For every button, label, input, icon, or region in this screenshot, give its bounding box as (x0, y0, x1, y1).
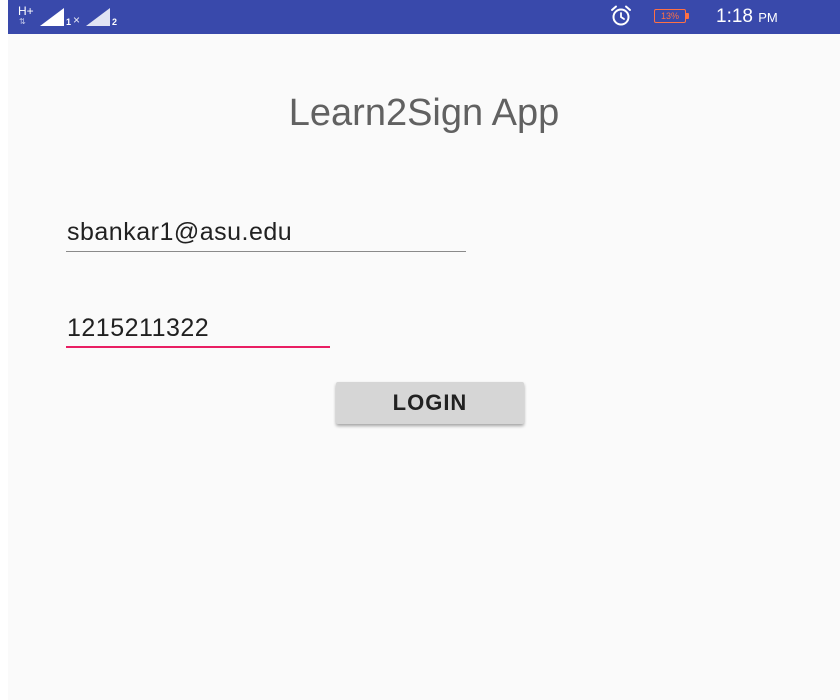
email-input[interactable] (66, 216, 467, 248)
sim1-label: 1 (66, 17, 72, 27)
data-activity-icon: ⇅ (19, 17, 28, 26)
status-bar: H+ ⇅ 1 × 2 13% 1:18 PM (8, 0, 840, 34)
sim2-label: 2 (112, 17, 118, 27)
email-field (66, 216, 467, 252)
login-screen: H+ ⇅ 1 × 2 13% 1:18 PM Learn2Sign App sb… (0, 0, 840, 700)
no-connection-icon: × (73, 13, 81, 27)
password-underline-focused (66, 346, 330, 348)
email-underline (66, 251, 466, 252)
screen-edge (0, 0, 8, 700)
password-field (66, 312, 331, 348)
battery-terminal (686, 13, 689, 19)
clock-ampm: PM (758, 10, 778, 25)
battery-level: 13% (660, 11, 679, 21)
status-right-icons: 13% 1:18 PM (610, 0, 840, 34)
alarm-clock-icon (611, 5, 631, 26)
status-clock: 1:18 PM (716, 6, 778, 29)
password-input[interactable] (66, 312, 331, 344)
battery-icon: 13% (654, 9, 692, 25)
network-type-label: H+ (18, 4, 34, 18)
login-button[interactable]: LOGIN (336, 382, 524, 424)
app-title: Learn2Sign App (288, 92, 560, 134)
signal-strength-icon (40, 8, 64, 26)
signal-strength-icon (86, 8, 110, 26)
clock-time: 1:18 (716, 6, 753, 27)
